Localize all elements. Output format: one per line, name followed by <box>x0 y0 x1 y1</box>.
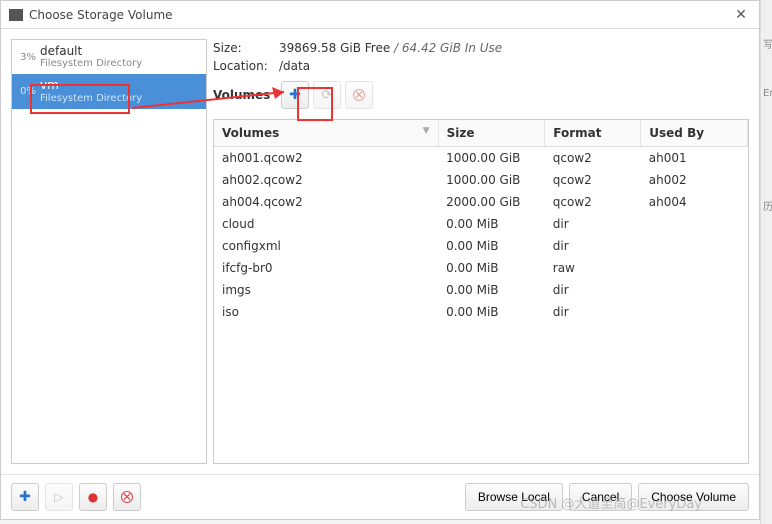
cell-usedby <box>641 213 748 235</box>
cell-format: dir <box>545 213 641 235</box>
table-row[interactable]: ifcfg-br00.00 MiBraw <box>214 257 748 279</box>
volumes-table: Volumes▼ Size Format Used By ah001.qcow2… <box>213 119 749 464</box>
cell-usedby <box>641 279 748 301</box>
size-value: 39869.58 GiB Free / 64.42 GiB In Use <box>279 41 502 55</box>
cell-usedby: ah004 <box>641 191 748 213</box>
sort-icon: ▼ <box>423 126 430 136</box>
cell-vol: ah001.qcow2 <box>214 147 438 170</box>
plus-icon: ✚ <box>19 489 31 505</box>
cell-vol: ah004.qcow2 <box>214 191 438 213</box>
volume-app-icon <box>9 9 23 21</box>
delete-volume-button[interactable]: ✕ <box>345 81 373 109</box>
pool-name: default <box>40 44 200 58</box>
table-row[interactable]: ah002.qcow21000.00 GiBqcow2ah002 <box>214 169 748 191</box>
pool-name: vm <box>40 78 200 92</box>
add-volume-button[interactable]: ✚ <box>281 81 309 109</box>
table-row[interactable]: configxml0.00 MiBdir <box>214 235 748 257</box>
cell-vol: cloud <box>214 213 438 235</box>
cell-size: 0.00 MiB <box>438 301 545 323</box>
cell-format: dir <box>545 279 641 301</box>
delete-icon: ✕ <box>121 491 133 503</box>
storage-pool-list: 3% default Filesystem Directory 0% vm Fi… <box>11 39 207 464</box>
table-row[interactable]: iso0.00 MiBdir <box>214 301 748 323</box>
right-sidebar-strip: 写 En 历 <box>760 0 772 524</box>
cell-usedby: ah002 <box>641 169 748 191</box>
add-pool-button[interactable]: ✚ <box>11 483 39 511</box>
cell-vol: ifcfg-br0 <box>214 257 438 279</box>
delete-pool-button[interactable]: ✕ <box>113 483 141 511</box>
refresh-volumes-button[interactable]: ⟳ <box>313 81 341 109</box>
cell-format: dir <box>545 301 641 323</box>
cell-size: 0.00 MiB <box>438 213 545 235</box>
col-format[interactable]: Format <box>545 120 641 147</box>
cell-vol: ah002.qcow2 <box>214 169 438 191</box>
location-label: Location: <box>213 59 279 73</box>
pool-usage-pct: 0% <box>18 86 36 97</box>
col-volumes[interactable]: Volumes▼ <box>214 120 438 147</box>
close-icon: ✕ <box>735 7 747 23</box>
record-icon: ● <box>88 490 98 504</box>
table-row[interactable]: ah004.qcow22000.00 GiBqcow2ah004 <box>214 191 748 213</box>
plus-icon: ✚ <box>289 87 301 103</box>
choose-volume-button[interactable]: Choose Volume <box>638 483 749 511</box>
col-usedby[interactable]: Used By <box>641 120 748 147</box>
col-size[interactable]: Size <box>438 120 545 147</box>
cell-format: qcow2 <box>545 191 641 213</box>
cell-usedby <box>641 301 748 323</box>
cell-size: 0.00 MiB <box>438 279 545 301</box>
close-window-button[interactable]: ✕ <box>731 5 751 25</box>
stop-pool-button[interactable]: ● <box>79 483 107 511</box>
table-row[interactable]: cloud0.00 MiBdir <box>214 213 748 235</box>
cell-size: 1000.00 GiB <box>438 147 545 170</box>
cell-vol: iso <box>214 301 438 323</box>
location-value: /data <box>279 59 310 73</box>
cell-vol: imgs <box>214 279 438 301</box>
cell-vol: configxml <box>214 235 438 257</box>
pool-type: Filesystem Directory <box>40 58 200 70</box>
cancel-button[interactable]: Cancel <box>569 483 632 511</box>
play-icon: ▷ <box>54 490 63 504</box>
pool-usage-pct: 3% <box>18 52 36 63</box>
volumes-label: Volumes <box>213 88 273 102</box>
window-title: Choose Storage Volume <box>29 8 173 22</box>
size-label: Size: <box>213 41 279 55</box>
cell-format: dir <box>545 235 641 257</box>
cell-size: 1000.00 GiB <box>438 169 545 191</box>
cell-usedby <box>641 257 748 279</box>
cell-size: 0.00 MiB <box>438 257 545 279</box>
refresh-icon: ⟳ <box>322 88 333 103</box>
start-pool-button[interactable]: ▷ <box>45 483 73 511</box>
cell-size: 2000.00 GiB <box>438 191 545 213</box>
pool-type: Filesystem Directory <box>40 93 200 105</box>
titlebar: Choose Storage Volume ✕ <box>1 1 759 29</box>
pool-item-vm[interactable]: 0% vm Filesystem Directory <box>12 74 206 108</box>
cell-format: raw <box>545 257 641 279</box>
cell-usedby: ah001 <box>641 147 748 170</box>
pool-item-default[interactable]: 3% default Filesystem Directory <box>12 40 206 74</box>
table-row[interactable]: imgs0.00 MiBdir <box>214 279 748 301</box>
cell-format: qcow2 <box>545 147 641 170</box>
cell-usedby <box>641 235 748 257</box>
delete-icon: ✕ <box>353 89 365 101</box>
table-row[interactable]: ah001.qcow21000.00 GiBqcow2ah001 <box>214 147 748 170</box>
browse-local-button[interactable]: Browse Local <box>465 483 563 511</box>
cell-size: 0.00 MiB <box>438 235 545 257</box>
cell-format: qcow2 <box>545 169 641 191</box>
